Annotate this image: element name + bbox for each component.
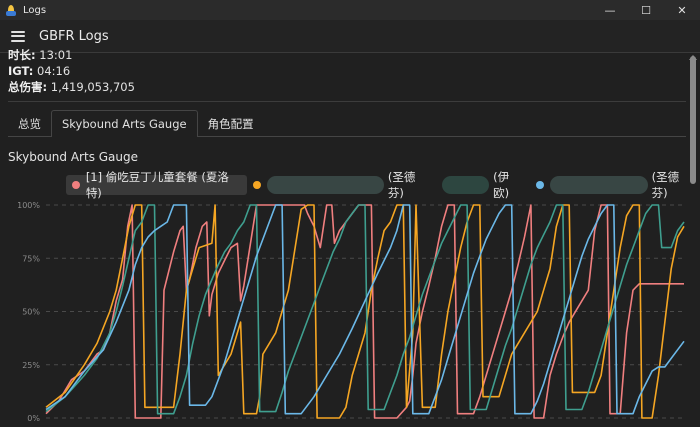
y-tick-label: 25% <box>22 361 40 370</box>
scrollbar[interactable] <box>686 53 700 427</box>
tab-skybound-arts-gauge[interactable]: Skybound Arts Gauge <box>51 110 198 137</box>
scroll-thumb[interactable] <box>690 56 696 184</box>
y-tick-label: 75% <box>22 254 40 263</box>
maximize-button[interactable]: ☐ <box>628 0 664 20</box>
damage-row: 总伤害: 1,419,053,705 <box>8 79 135 95</box>
damage-value: 1,419,053,705 <box>50 80 135 94</box>
legend-dot <box>72 181 80 189</box>
tab-bar: 总览 Skybound Arts Gauge 角色配置 <box>8 110 264 137</box>
tab-character-config[interactable]: 角色配置 <box>198 110 264 137</box>
y-tick-label: 50% <box>22 308 40 317</box>
divider <box>8 101 686 102</box>
section-title: Skybound Arts Gauge <box>8 150 139 164</box>
igt-value: 04:16 <box>37 64 71 78</box>
damage-label: 总伤害: <box>8 80 48 94</box>
y-tick-label: 100% <box>17 201 40 210</box>
igt-row: IGT: 04:16 <box>8 63 135 79</box>
window-controls: — ☐ ✕ <box>592 0 700 20</box>
gauge-chart: 100% 75% 50% 25% 0% <box>17 201 685 423</box>
legend-item-2[interactable]: (圣德芬) <box>247 170 436 200</box>
legend-item-3[interactable]: (伊欧) <box>436 170 530 200</box>
app-title: GBFR Logs <box>39 28 109 44</box>
redacted-name <box>442 176 490 194</box>
window-title: Logs <box>23 4 47 16</box>
duration-row: 时长: 13:01 <box>8 47 135 63</box>
y-tick-label: 0% <box>27 414 40 423</box>
redacted-name <box>266 176 384 194</box>
legend-item-4[interactable]: (圣德芬) <box>530 170 700 200</box>
minimize-button[interactable]: — <box>592 0 628 20</box>
tab-overview[interactable]: 总览 <box>8 110 51 137</box>
redacted-name <box>550 176 648 194</box>
encounter-info: 时长: 13:01 IGT: 04:16 总伤害: 1,419,053,705 <box>8 47 135 95</box>
duration-value: 13:01 <box>39 48 73 62</box>
window-titlebar: Logs — ☐ ✕ <box>0 0 700 20</box>
duration-label: 时长: <box>8 48 36 62</box>
igt-label: IGT: <box>8 64 34 78</box>
close-button[interactable]: ✕ <box>664 0 700 20</box>
app-icon <box>5 4 17 16</box>
legend-item-1[interactable]: [1] 偷吃豆丁儿童套餐 (夏洛特) <box>66 170 248 200</box>
chart-legend: [1] 偷吃豆丁儿童套餐 (夏洛特) (圣德芬) (伊欧) (圣德芬) <box>66 170 700 200</box>
menu-icon[interactable] <box>11 30 25 42</box>
legend-dot <box>536 181 545 189</box>
legend-dot <box>253 181 261 189</box>
